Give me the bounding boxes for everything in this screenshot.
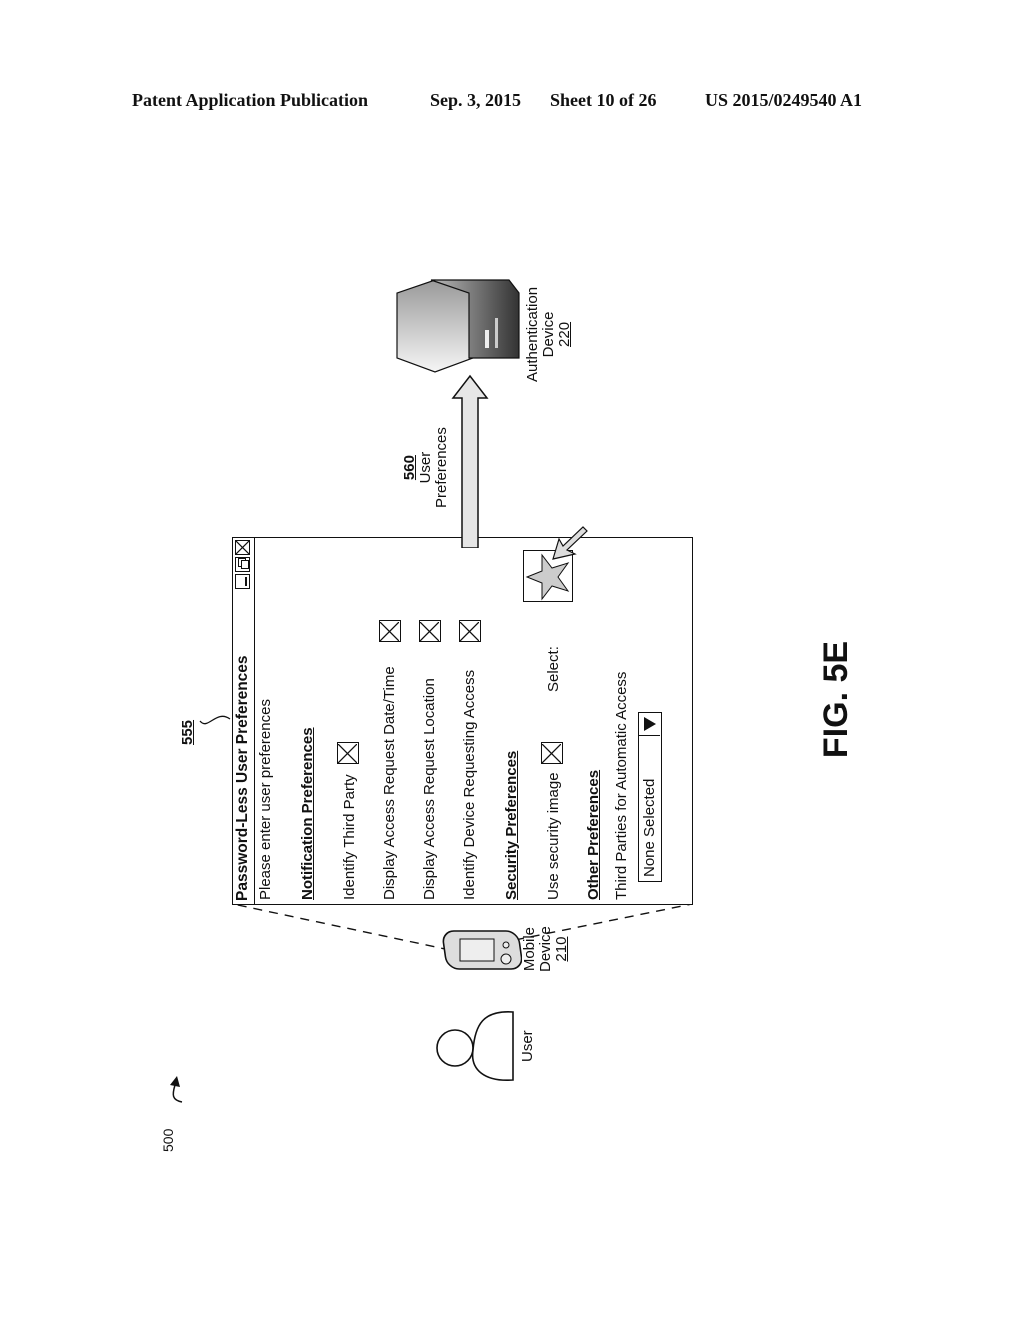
cursor-arrow-icon xyxy=(552,526,588,560)
authentication-server-icon xyxy=(396,279,520,373)
user-preferences-arrow-icon xyxy=(451,374,489,548)
identify-third-party-checkbox[interactable] xyxy=(337,742,359,764)
user-label: User xyxy=(519,1030,536,1062)
patent-number: US 2015/0249540 A1 xyxy=(705,90,863,110)
third-parties-dropdown[interactable]: None Selected xyxy=(638,712,662,882)
display-location-checkbox[interactable] xyxy=(419,620,441,642)
dialog-titlebar[interactable]: Password-Less User Preferences xyxy=(233,538,255,904)
arrow-560-line2: Preferences xyxy=(433,427,450,508)
use-security-image-label: Use security image xyxy=(545,772,562,900)
select-image-label: Select: xyxy=(545,646,562,692)
display-location-label: Display Access Request Location xyxy=(421,678,438,900)
other-preferences-heading: Other Preferences xyxy=(585,769,602,900)
preferences-dialog: Password-Less User Preferences Please en… xyxy=(232,526,693,905)
authentication-device-label: Authentication Device 220 xyxy=(524,286,573,382)
use-security-image-checkbox[interactable] xyxy=(541,742,563,764)
mobile-device-icon xyxy=(442,930,522,970)
notification-preferences-heading: Notification Preferences xyxy=(299,727,316,900)
third-parties-label: Third Parties for Automatic Access xyxy=(613,671,630,900)
user-icon xyxy=(436,1011,514,1081)
arrow-560-line1: User xyxy=(417,451,434,484)
display-date-time-label: Display Access Request Date/Time xyxy=(381,666,398,900)
mobile-device-line1: Mobile xyxy=(521,926,538,972)
restore-icon[interactable] xyxy=(235,557,250,572)
auth-device-line1: Authentication xyxy=(524,286,541,382)
minimize-icon[interactable] xyxy=(235,574,250,589)
display-date-time-checkbox[interactable] xyxy=(379,620,401,642)
third-parties-dropdown-value: None Selected xyxy=(641,778,658,877)
mobile-device-line2: Device xyxy=(537,926,554,972)
identify-device-checkbox[interactable] xyxy=(459,620,481,642)
dialog-ref-555: 555 xyxy=(179,719,196,745)
security-preferences-heading: Security Preferences xyxy=(503,750,520,900)
publication-date: Sep. 3, 2015 xyxy=(430,90,522,110)
arrow-560-ref: 560 xyxy=(401,455,418,481)
publication-label: Patent Application Publication xyxy=(132,90,369,110)
dialog-ref-leader xyxy=(199,715,231,725)
mobile-device-ref: 210 xyxy=(553,936,570,962)
dialog-prompt: Please enter user preferences xyxy=(257,699,274,900)
dialog-title: Password-Less User Preferences xyxy=(234,655,251,901)
auth-device-ref: 220 xyxy=(556,321,573,347)
auth-device-line2: Device xyxy=(540,311,557,358)
close-icon[interactable] xyxy=(235,540,250,555)
mobile-device-label: Mobile Device 210 xyxy=(521,926,570,972)
identify-third-party-label: Identify Third Party xyxy=(341,774,358,900)
diagram-stage: 500 User Mobile Device 210 555 Password-… xyxy=(150,140,890,1152)
dropdown-chevron-icon[interactable] xyxy=(639,713,660,736)
identify-device-label: Identify Device Requesting Access xyxy=(461,669,478,900)
arrow-560-label: 560 User Preferences xyxy=(401,427,450,508)
sheet-number: Sheet 10 of 26 xyxy=(550,90,657,110)
